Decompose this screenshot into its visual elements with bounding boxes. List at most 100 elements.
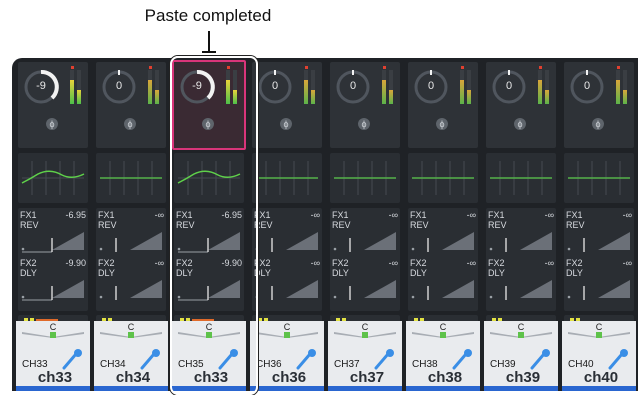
send-label: FX2 [98,258,115,268]
level-meter [545,70,549,104]
channel-name: ch34 [115,369,151,386]
pan-slider[interactable] [412,332,474,338]
send-type: DLY [332,268,349,278]
channel-color-bar [94,386,168,391]
gain-value: 0 [583,80,591,92]
channel-strip[interactable]: -9 ϕ FX1 REV -6.95 FX2 DLY -9.90 C CH35 ch33 [172,58,246,391]
paste-completed-callout: Paste completed [144,6,272,25]
callout-leader-line [208,31,210,53]
microphone-icon [608,349,628,370]
pan-slider[interactable] [334,332,396,338]
channel-strip[interactable]: 0 ϕ FX1 REV -∞ FX2 DLY -∞ C CH36 ch36 [250,58,324,391]
send-type: DLY [566,268,583,278]
send-level-ramp[interactable] [408,230,478,256]
send-level-ramp[interactable] [564,278,634,304]
channel-name: ch39 [505,369,541,386]
level-meter [467,70,471,104]
send-level-ramp[interactable] [486,230,556,256]
send-level-ramp[interactable] [174,230,244,256]
send-label: FX1 [566,210,583,220]
gain-value: 0 [271,80,279,92]
send-level-ramp[interactable] [18,278,88,304]
channel-name: ch33 [37,369,73,386]
eq-curve-graph [568,161,630,195]
phase-icon[interactable]: ϕ [124,118,136,130]
clip-indicator [617,66,620,69]
pan-slider[interactable] [256,332,318,338]
eq-curve-graph [100,161,162,195]
send-level-ramp[interactable] [174,278,244,304]
phase-icon[interactable]: ϕ [592,118,604,130]
send-level-value: -∞ [310,258,320,268]
channel-strip[interactable]: 0 ϕ FX1 REV -∞ FX2 DLY -∞ C CH37 ch37 [328,58,402,391]
send-level-value: -∞ [154,258,164,268]
send-type: DLY [410,268,427,278]
channel-color-bar [16,386,90,391]
send-level-value: -∞ [622,258,632,268]
channel-color-bar [172,386,246,391]
channel-strip[interactable]: 0 ϕ FX1 REV -∞ FX2 DLY -∞ C CH34 ch34 [94,58,168,391]
send-level-value: -6.95 [65,210,86,220]
send-type: REV [176,220,195,230]
send-level-value: -∞ [154,210,164,220]
pan-slider[interactable] [568,332,630,338]
send-label: FX2 [488,258,505,268]
send-level-ramp[interactable] [252,278,322,304]
send-level-ramp[interactable] [18,230,88,256]
send-type: REV [332,220,351,230]
phase-icon[interactable]: ϕ [202,118,214,130]
channel-strip[interactable]: 0 ϕ FX1 REV -∞ FX2 DLY -∞ C CH38 ch38 [406,58,480,391]
send-level-value: -∞ [388,210,398,220]
gain-value: 0 [505,80,513,92]
pan-slider[interactable] [22,332,84,338]
level-meter [77,70,81,104]
phase-icon[interactable]: ϕ [280,118,292,130]
level-meter [460,70,464,104]
send-label: FX1 [410,210,427,220]
pan-value: C [595,322,603,332]
pan-slider[interactable] [490,332,552,338]
level-meter [311,70,315,104]
phase-icon[interactable]: ϕ [436,118,448,130]
level-meter [155,70,159,104]
channel-color-bar [562,386,636,391]
channel-color-bar [328,386,402,391]
gain-value: 0 [427,80,435,92]
send-label: FX2 [566,258,583,268]
send-level-ramp[interactable] [330,278,400,304]
channel-strip[interactable]: 0 ϕ FX1 REV -∞ FX2 DLY -∞ C CH39 ch39 [484,58,558,391]
send-type: REV [254,220,273,230]
phase-icon[interactable]: ϕ [358,118,370,130]
eq-curve-graph [490,161,552,195]
send-type: REV [410,220,429,230]
level-meter [616,70,620,104]
send-level-value: -∞ [388,258,398,268]
send-label: FX2 [20,258,37,268]
channel-strip[interactable]: -9 ϕ FX1 REV -6.95 FX2 DLY -9.90 C CH33 ch33 [16,58,90,391]
send-level-ramp[interactable] [564,230,634,256]
gain-value: 0 [349,80,357,92]
level-meter [226,70,230,104]
channel-strip[interactable]: 0 ϕ FX1 REV -∞ FX2 DLY -∞ C CH40 ch40 [562,58,636,391]
send-level-ramp[interactable] [96,278,166,304]
microphone-icon [374,349,394,370]
send-label: FX2 [332,258,349,268]
channel-name: ch40 [583,369,619,386]
send-level-value: -6.95 [221,210,242,220]
phase-icon[interactable]: ϕ [514,118,526,130]
send-level-ramp[interactable] [96,230,166,256]
pan-slider[interactable] [100,332,162,338]
pan-slider[interactable] [178,332,240,338]
send-label: FX2 [176,258,193,268]
send-label: FX2 [410,258,427,268]
level-meter [148,70,152,104]
send-level-ramp[interactable] [408,278,478,304]
send-label: FX1 [254,210,271,220]
send-level-ramp[interactable] [330,230,400,256]
phase-icon[interactable]: ϕ [46,118,58,130]
level-meter [233,70,237,104]
pan-value: C [517,322,525,332]
send-level-ramp[interactable] [252,230,322,256]
send-type: DLY [488,268,505,278]
send-level-ramp[interactable] [486,278,556,304]
